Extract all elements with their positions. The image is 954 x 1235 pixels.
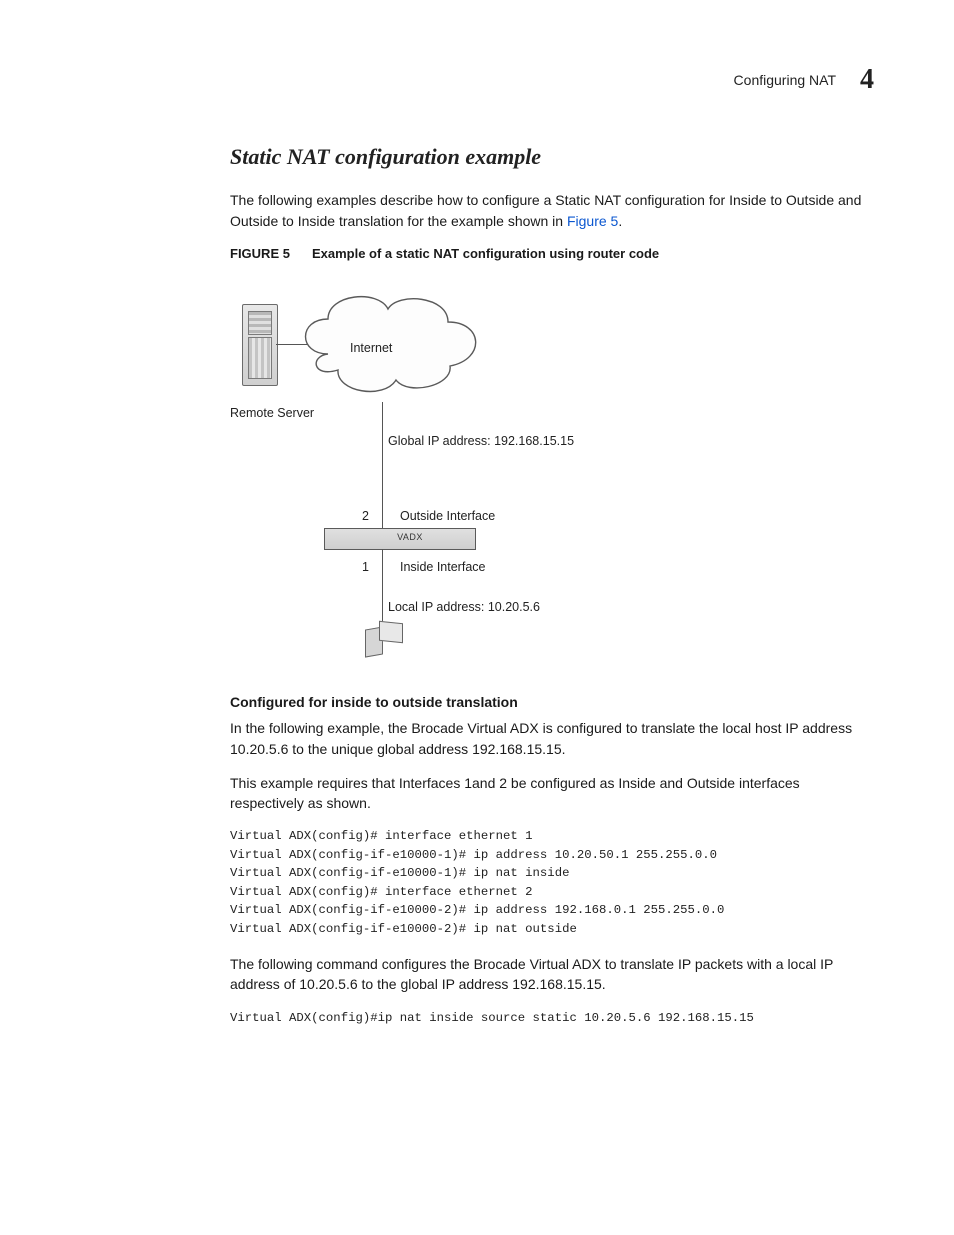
outside-interface-label: Outside Interface <box>400 507 495 525</box>
port-2-label: 2 <box>362 507 369 525</box>
wire-vadx-to-host <box>382 549 383 627</box>
inside-to-outside-para-1: In the following example, the Brocade Vi… <box>230 718 864 759</box>
figure-5-link[interactable]: Figure 5 <box>567 213 618 229</box>
figure-label: FIGURE 5 <box>230 246 290 261</box>
remote-server-icon <box>242 304 278 386</box>
cli-block-1: Virtual ADX(config)# interface ethernet … <box>230 827 864 938</box>
intro-text-before: The following examples describe how to c… <box>230 192 861 228</box>
inside-to-outside-para-3: The following command configures the Bro… <box>230 954 864 995</box>
section-heading: Static NAT configuration example <box>230 141 864 173</box>
figure-diagram: Remote Server Internet Global IP address… <box>230 274 720 674</box>
figure-caption: FIGURE 5 Example of a static NAT configur… <box>230 245 864 264</box>
cli-block-2: Virtual ADX(config)#ip nat inside source… <box>230 1009 864 1027</box>
inside-interface-label: Inside Interface <box>400 558 485 576</box>
page: Configuring NAT 4 Static NAT configurati… <box>0 0 954 1235</box>
running-title: Configuring NAT <box>734 70 836 90</box>
figure-caption-text: Example of a static NAT configuration us… <box>312 246 659 261</box>
running-header: Configuring NAT 4 <box>80 60 874 101</box>
global-ip-label: Global IP address: 192.168.15.15 <box>388 432 574 450</box>
local-ip-label: Local IP address: 10.20.5.6 <box>388 598 540 616</box>
host-pc-icon <box>365 622 403 656</box>
vadx-label: VADX <box>325 531 495 544</box>
inside-to-outside-para-2: This example requires that Interfaces 1a… <box>230 773 864 814</box>
port-1-label: 1 <box>362 558 369 576</box>
vadx-device-icon: VADX <box>324 528 476 550</box>
chapter-number: 4 <box>860 60 874 101</box>
intro-paragraph: The following examples describe how to c… <box>230 190 864 231</box>
intro-text-after: . <box>618 213 622 229</box>
inside-to-outside-heading: Configured for inside to outside transla… <box>230 692 864 712</box>
internet-label: Internet <box>350 339 392 357</box>
content-column: Static NAT configuration example The fol… <box>230 141 864 1027</box>
wire-cloud-to-vadx <box>382 402 383 528</box>
